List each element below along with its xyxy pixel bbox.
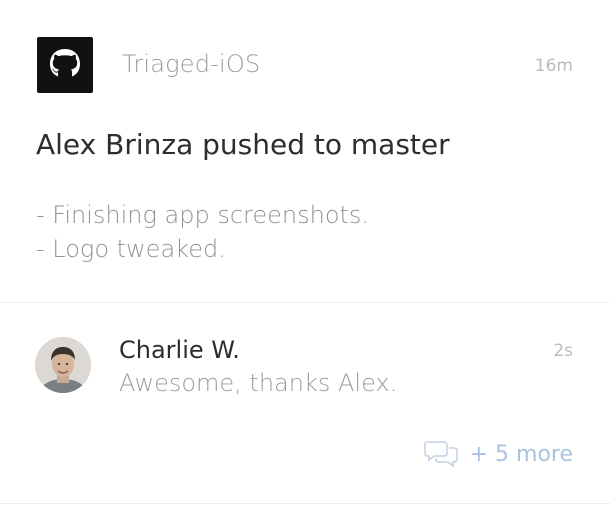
push-event-card[interactable]: Triaged-iOS 16m Alex Brinza pushed to ma… — [0, 0, 610, 302]
user-avatar[interactable] — [35, 337, 91, 393]
more-comments-label[interactable]: + 5 more — [470, 442, 573, 467]
more-comments-button[interactable]: + 5 more — [423, 439, 573, 469]
comment-author-name[interactable]: Charlie W. — [119, 336, 240, 364]
push-event-title: Alex Brinza pushed to master — [36, 128, 450, 161]
comment-timestamp: 2s — [553, 341, 573, 361]
avatar-portrait-icon — [35, 337, 91, 393]
comment-body: Awesome, thanks Alex. — [119, 369, 398, 397]
comment-card[interactable]: Charlie W. 2s Awesome, thanks Alex. + 5 … — [0, 303, 610, 503]
repository-name[interactable]: Triaged-iOS — [122, 50, 260, 78]
commit-message-list: - Finishing app screenshots. - Logo twea… — [36, 198, 369, 266]
octocat-glyph — [50, 49, 80, 77]
chat-bubbles-icon — [423, 441, 458, 468]
activity-feed: Triaged-iOS 16m Alex Brinza pushed to ma… — [0, 0, 610, 506]
push-timestamp: 16m — [534, 56, 573, 76]
commit-message: - Finishing app screenshots. — [36, 201, 370, 229]
card-divider — [0, 503, 610, 504]
commit-message: - Logo tweaked. — [36, 235, 226, 263]
github-octocat-icon[interactable] — [37, 37, 93, 93]
